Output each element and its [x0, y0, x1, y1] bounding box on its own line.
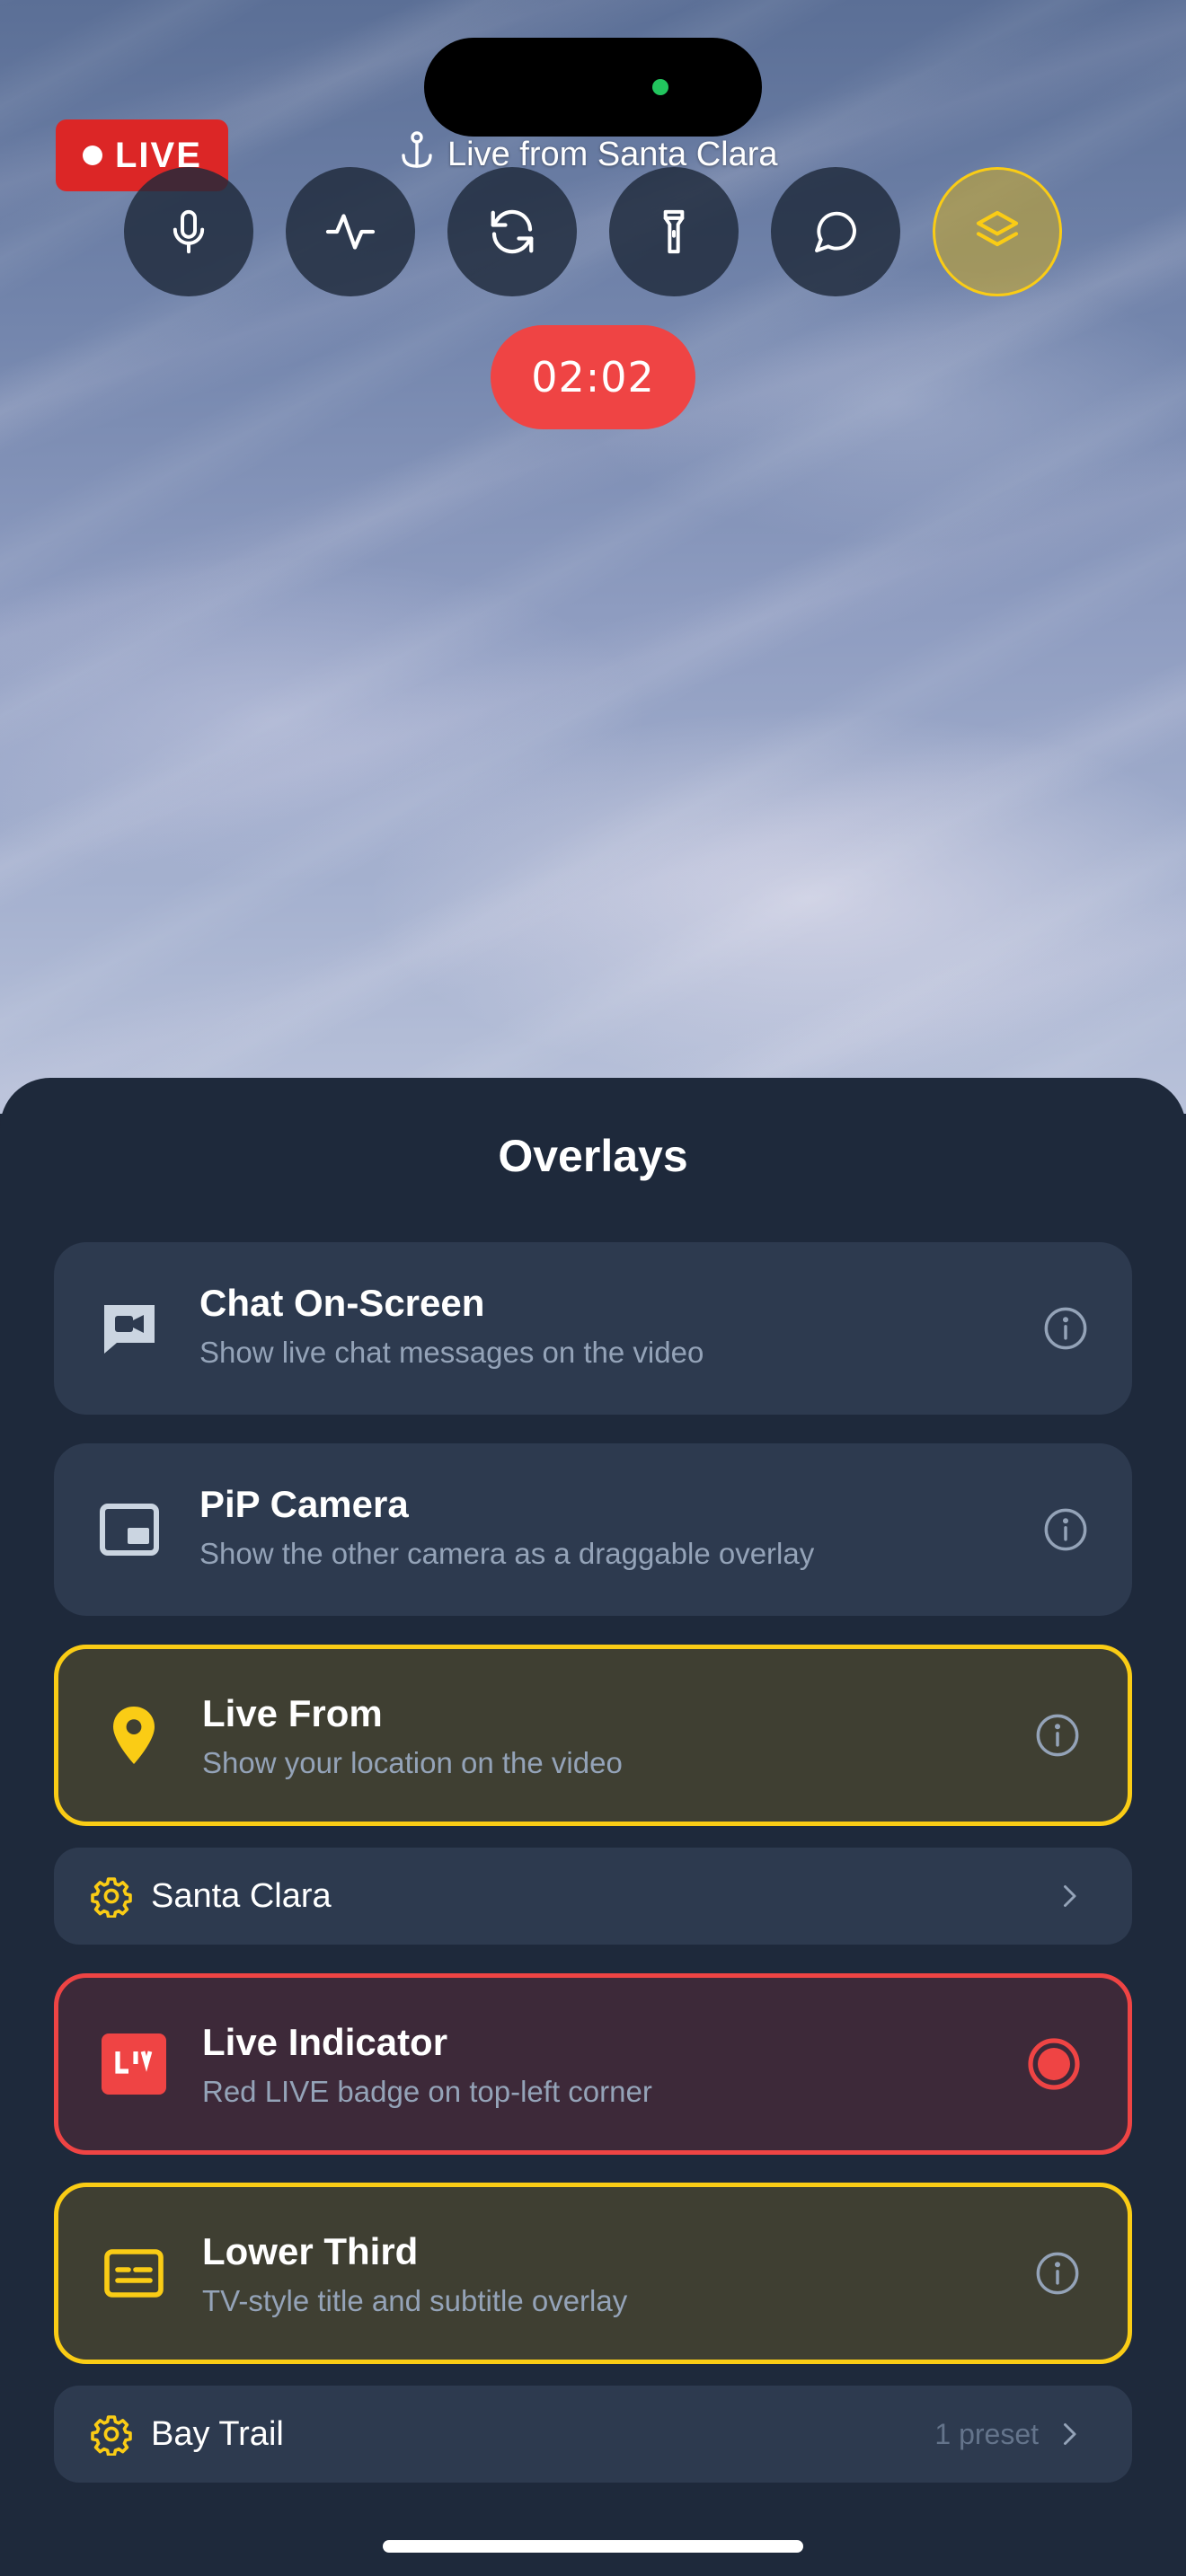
- anchor-pin-icon: [399, 130, 435, 179]
- chevron-right-icon: [1064, 2423, 1076, 2445]
- dynamic-island: [424, 38, 762, 137]
- info-icon[interactable]: [1042, 1305, 1089, 1352]
- chat-bubble-icon: [815, 211, 856, 252]
- overlay-subtitle: Show live chat messages on the video: [199, 1336, 704, 1369]
- overlay-title: Live Indicator: [202, 2021, 448, 2063]
- overlay-card-chat-on-screen[interactable]: Chat On-Screen Show live chat messages o…: [54, 1242, 1132, 1415]
- overlays-button[interactable]: [933, 167, 1062, 296]
- pip-icon: [97, 1497, 162, 1562]
- overlay-subtitle: Show the other camera as a draggable ove…: [199, 1537, 815, 1570]
- setting-label: Santa Clara: [151, 1877, 332, 1915]
- chat-video-icon: [97, 1296, 162, 1361]
- location-pin-icon: [102, 1703, 166, 1768]
- preset-count: 1 preset: [934, 2418, 1039, 2450]
- stream-timer: 02:02: [491, 325, 695, 429]
- camera-active-indicator: [652, 79, 668, 95]
- info-icon[interactable]: [1034, 1712, 1081, 1759]
- flashlight-icon: [663, 209, 685, 254]
- overlay-card-lower-third[interactable]: Lower Third TV-style title and subtitle …: [54, 2183, 1132, 2364]
- flashlight-button[interactable]: [609, 167, 739, 296]
- mic-button[interactable]: [124, 167, 253, 296]
- setting-label: Bay Trail: [151, 2415, 284, 2453]
- audio-levels-button[interactable]: [286, 167, 415, 296]
- overlay-subtitle: Red LIVE badge on top-left corner: [202, 2075, 652, 2108]
- chevron-right-icon: [1064, 1885, 1076, 1907]
- live-from-location-setting[interactable]: Santa Clara: [54, 1848, 1132, 1945]
- live-from-label: Live from Santa Clara: [399, 131, 778, 178]
- info-icon[interactable]: [1042, 1506, 1089, 1553]
- waveform-icon: [325, 214, 376, 250]
- chat-button[interactable]: [771, 167, 900, 296]
- overlay-card-pip-camera[interactable]: PiP Camera Show the other camera as a dr…: [54, 1443, 1132, 1616]
- overlay-title: Lower Third: [202, 2230, 419, 2272]
- home-indicator[interactable]: [383, 2540, 803, 2553]
- info-icon[interactable]: [1034, 2250, 1081, 2297]
- overlays-sheet: Overlays Chat On-Screen Show live chat m…: [0, 1078, 1186, 2576]
- gear-icon: [91, 2415, 132, 2456]
- microphone-icon: [173, 209, 205, 254]
- gear-icon: [91, 1877, 132, 1918]
- overlay-title: Live From: [202, 1692, 383, 1734]
- flip-camera-button[interactable]: [447, 167, 577, 296]
- live-dot-icon: [83, 146, 102, 165]
- overlay-title: Chat On-Screen: [199, 1282, 485, 1324]
- overlay-subtitle: TV-style title and subtitle overlay: [202, 2284, 628, 2317]
- lower-third-preset-setting[interactable]: Bay Trail 1 preset: [54, 2386, 1132, 2483]
- sheet-title: Overlays: [498, 1131, 688, 1181]
- overlay-card-live-from[interactable]: Live From Show your location on the vide…: [54, 1645, 1132, 1826]
- record-icon[interactable]: [1027, 2037, 1081, 2091]
- layers-icon: [976, 210, 1019, 247]
- overlay-subtitle: Show your location on the video: [202, 1746, 623, 1779]
- rotate-icon: [491, 209, 534, 254]
- live-badge-icon: [102, 2032, 166, 2096]
- overlay-card-live-indicator[interactable]: Live Indicator Red LIVE badge on top-lef…: [54, 1973, 1132, 2155]
- overlay-title: PiP Camera: [199, 1483, 409, 1525]
- lower-third-icon: [102, 2241, 166, 2306]
